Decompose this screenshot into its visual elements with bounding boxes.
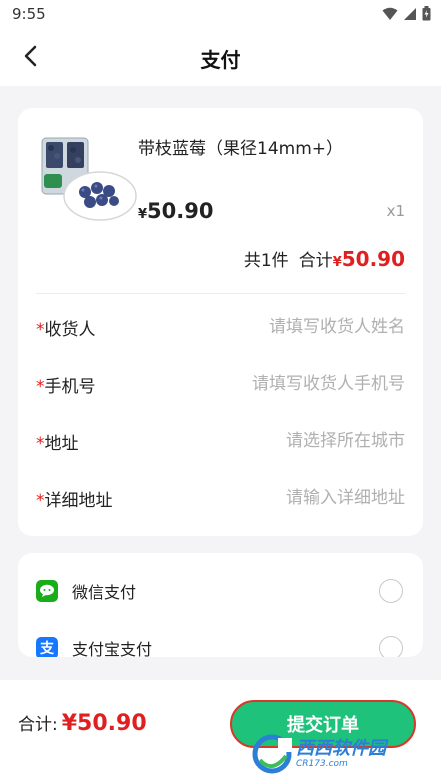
watermark-logo-icon — [252, 734, 292, 774]
payment-option-alipay[interactable]: 支 支付宝支付 — [36, 633, 405, 657]
required-mark: * — [36, 490, 45, 511]
order-card: 带枝蓝莓（果径14mm+） ¥50.90 x1 共1件 合计¥50.90 *收货… — [18, 108, 423, 536]
recipient-name-field[interactable] — [185, 317, 405, 337]
header: 支付 — [0, 30, 441, 86]
product-price: ¥50.90 — [138, 199, 213, 223]
payment-option-wechat[interactable]: 微信支付 — [36, 576, 405, 606]
page-title: 支付 — [200, 48, 241, 72]
wechat-pay-label: 微信支付 — [72, 583, 137, 602]
form-row-phone: *手机号 — [36, 369, 405, 399]
address-label: *地址 — [36, 433, 79, 454]
bottom-total-label: 合计: — [18, 715, 58, 735]
alipay-radio[interactable] — [379, 636, 403, 657]
alipay-label: 支付宝支付 — [72, 640, 153, 657]
city-select-field[interactable] — [185, 431, 405, 451]
wifi-icon — [382, 6, 398, 25]
wechat-pay-radio[interactable] — [379, 579, 403, 603]
watermark-text: 西西软件园 — [296, 737, 386, 759]
bottom-total-price: ¥50.90 — [61, 711, 147, 736]
item-count: 共1件 — [243, 251, 289, 271]
required-mark: * — [36, 433, 45, 454]
order-summary: 共1件 合计¥50.90 — [244, 246, 405, 271]
required-mark: * — [36, 319, 45, 340]
form-row-address: *地址 — [36, 426, 405, 456]
product-quantity: x1 — [386, 202, 405, 220]
svg-text:支: 支 — [39, 640, 55, 657]
detail-address-field[interactable] — [185, 488, 405, 508]
price-currency: ¥ — [138, 207, 148, 222]
status-time: 9:55 — [12, 5, 46, 23]
phone-field[interactable] — [185, 374, 405, 394]
detail-address-label: *详细地址 — [36, 490, 113, 511]
payment-card: 微信支付 支 支付宝支付 — [18, 553, 423, 657]
order-total: ¥50.90 — [332, 247, 405, 271]
product-image — [40, 136, 140, 228]
watermark-domain: CR173.com — [296, 758, 348, 769]
total-value: 50.90 — [341, 247, 405, 271]
divider — [36, 293, 405, 294]
alipay-icon: 支 — [36, 637, 58, 657]
price-value: 50.90 — [147, 199, 214, 223]
status-bar: 9:55 — [0, 0, 441, 30]
phone-label: *手机号 — [36, 376, 96, 397]
product-name: 带枝蓝莓（果径14mm+） — [138, 139, 343, 159]
form-row-recipient: *收货人 — [36, 312, 405, 342]
form-row-detail-address: *详细地址 — [36, 483, 405, 513]
recipient-label: *收货人 — [36, 319, 96, 340]
total-label: 合计 — [298, 251, 333, 271]
required-mark: * — [36, 376, 45, 397]
bottom-total: 合计: ¥50.90 — [18, 710, 147, 736]
wechat-pay-icon — [36, 580, 58, 602]
battery-icon — [422, 6, 431, 25]
watermark: 西西软件园 CR173.com — [252, 734, 434, 774]
total-currency: ¥ — [332, 255, 342, 270]
status-icons — [382, 6, 431, 25]
signal-icon — [403, 6, 417, 25]
